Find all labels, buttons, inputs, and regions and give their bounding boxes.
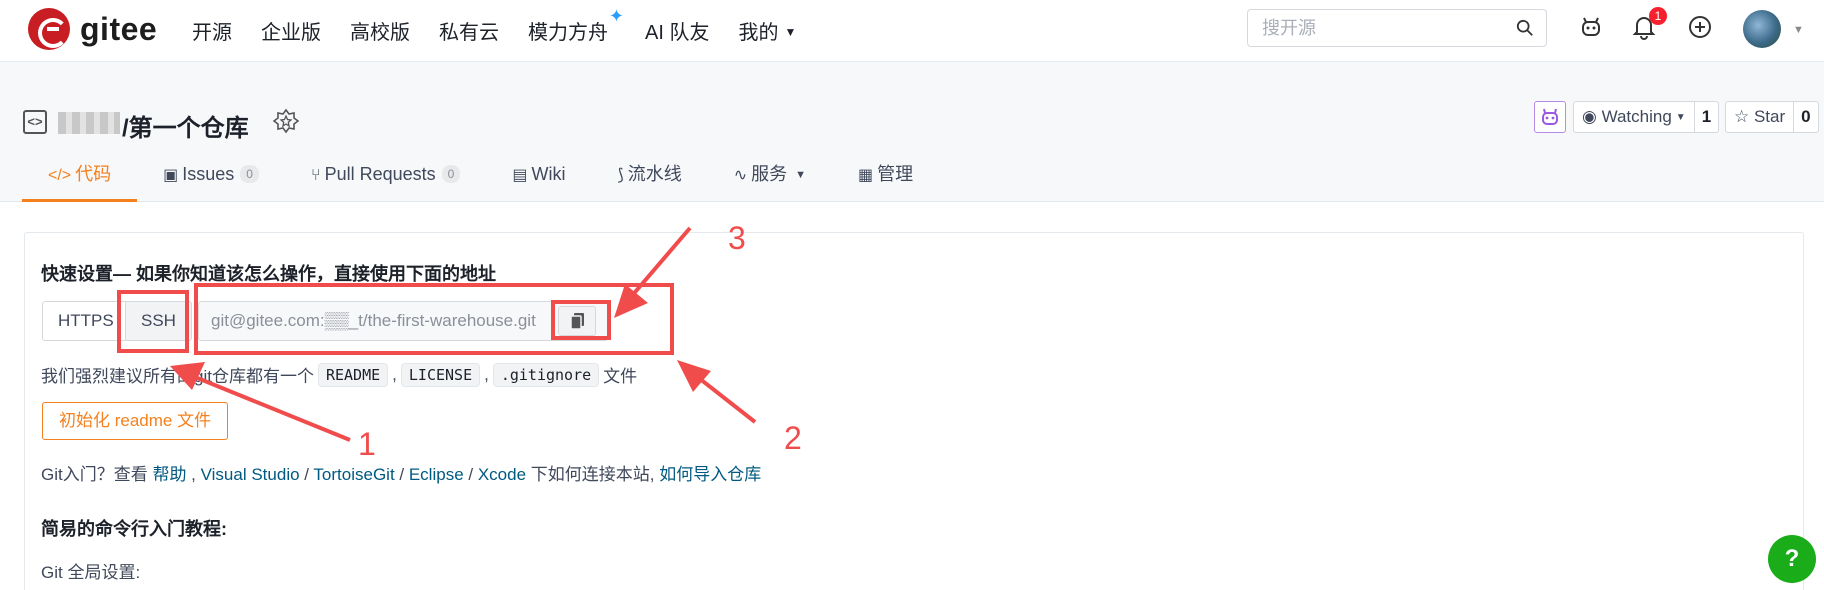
- annotation-number-2: 2: [784, 420, 802, 456]
- annotation-arrow-2: [693, 373, 757, 424]
- annotation-arrowhead-3: [614, 284, 648, 318]
- annotation-arrow-3: [628, 226, 692, 300]
- annotation-arrowhead-1: [170, 362, 205, 390]
- annotation-arrows: [170, 226, 757, 442]
- annotation-number-1: 1: [358, 426, 376, 462]
- annotation-arrowhead-2: [677, 360, 711, 392]
- annotation-arrow-1: [189, 373, 351, 442]
- annotation-number-3: 3: [728, 220, 746, 256]
